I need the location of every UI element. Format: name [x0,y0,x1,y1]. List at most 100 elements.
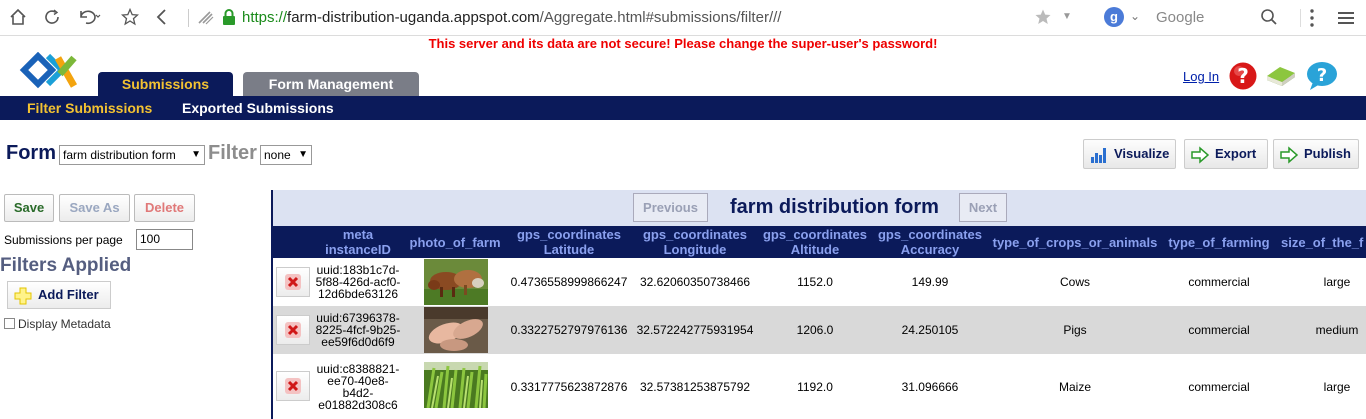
column-header-latitude[interactable]: gps_coordinates Latitude [507,226,631,258]
add-filter-label: Add Filter [38,287,99,302]
farming-type-cell: commercial [1188,275,1250,289]
star-icon[interactable] [120,7,140,28]
home-icon[interactable] [8,8,28,28]
table-title: farm distribution form [730,196,939,218]
url-separator [188,9,189,27]
book-icon[interactable] [1264,62,1298,93]
filter-select-value: none [264,148,291,162]
back-icon[interactable] [152,8,172,28]
visualize-label: Visualize [1114,146,1170,161]
next-button[interactable]: Next [959,193,1007,222]
longitude-cell: 32.62060350738466 [639,275,751,289]
column-header-photo[interactable]: photo_of_farm [407,226,503,258]
bookmark-star-icon[interactable] [1034,8,1052,29]
url-text[interactable]: https://farm-distribution-uganda.appspot… [242,9,781,26]
help-icon[interactable]: ? [1228,61,1258,94]
search-box[interactable]: g ⌄ Google [1094,5,1290,31]
column-header-altitude[interactable]: gps_coordinates Altitude [759,226,871,258]
tab-form-management[interactable]: Form Management [243,72,419,96]
delete-row-button[interactable] [276,267,310,297]
url-scheme: https:// [242,9,288,26]
close-icon [285,274,301,290]
search-placeholder: Google [1156,9,1205,26]
reload-icon[interactable] [42,8,62,28]
add-filter-button[interactable]: Add Filter [7,281,111,309]
column-header-line: Latitude [543,242,595,257]
undo-icon[interactable] [78,8,101,28]
column-header-longitude[interactable]: gps_coordinates Longitude [633,226,757,258]
export-label: Export [1215,146,1257,161]
farming-type-cell: commercial [1188,379,1250,394]
publish-label: Publish [1304,146,1351,161]
form-select[interactable]: farm distribution form ▼ [59,145,205,165]
menu-icon[interactable] [1308,8,1316,31]
farming-type-cell: commercial [1188,323,1250,337]
latitude-cell: 0.4736558999866247 [510,275,628,289]
tab-submissions[interactable]: Submissions [98,72,233,96]
bar-chart-icon [1091,148,1106,163]
column-header-accuracy[interactable]: gps_coordinates Accuracy [874,226,986,258]
display-metadata-option[interactable]: Display Metadata [4,317,111,331]
column-header-instanceid[interactable]: meta instanceID [313,226,403,258]
uuid-line: ee59f6d0d6f9 [321,335,395,349]
visualize-button[interactable]: Visualize [1083,139,1176,169]
delete-row-button[interactable] [276,315,310,345]
previous-button[interactable]: Previous [633,193,708,222]
plus-icon [14,287,32,305]
uuid-line: uuid:c8388821- [316,361,400,376]
address-bar[interactable]: https://farm-distribution-uganda.appspot… [188,5,1088,31]
farm-photo-thumbnail[interactable] [424,362,488,409]
url-path: /Aggregate.html#submissions/filter/// [539,9,782,26]
publish-button[interactable]: Publish [1273,139,1359,169]
subnav-bar: Filter Submissions Exported Submissions [0,96,1366,120]
column-header-line: Altitude [790,242,840,257]
subnav-exported-submissions[interactable]: Exported Submissions [182,96,334,120]
crop-type-cell: Pigs [1063,323,1087,337]
chevron-down-icon[interactable]: ▼ [1062,11,1072,22]
column-header-crop-type[interactable]: type_of_crops_or_animals [989,226,1161,258]
odk-logo [18,51,80,92]
altitude-cell: 1152.0 [797,275,833,289]
farm-photo-thumbnail[interactable] [424,307,488,353]
login-link[interactable]: Log In [1183,69,1219,84]
save-button[interactable]: Save [4,194,54,222]
table-header: meta instanceID photo_of_farm gps_coordin… [273,226,1366,258]
security-warning: This server and its data are not secure!… [428,36,938,51]
display-metadata-checkbox[interactable] [4,318,15,329]
longitude-cell: 32.57381253875792 [639,379,751,394]
search-engine-chevron-icon[interactable]: ⌄ [1130,9,1140,23]
latitude-cell: 0.3322752797976136 [510,323,628,337]
search-engine-icon[interactable]: g [1104,7,1124,27]
size-cell: large [1323,275,1351,289]
farm-photo-thumbnail[interactable] [424,259,488,305]
crop-type-cell: Cows [1059,275,1090,289]
filter-label: Filter [208,142,257,164]
column-header-farming-type[interactable]: type_of_farming [1163,226,1275,258]
column-header-line: gps_coordinates [877,227,983,242]
export-button[interactable]: Export [1184,139,1268,169]
chat-help-icon[interactable]: ? [1305,60,1339,95]
per-page-label: Submissions per page [4,233,123,247]
uuid-line: e01882d308c6 [318,397,398,412]
form-select-value: farm distribution form [63,148,176,162]
accuracy-cell: 149.99 [911,275,949,289]
delete-row-button[interactable] [276,371,310,401]
no-tracking-icon [196,9,216,30]
table-row: uuid:183b1c7d- 5f88-426d-acf0- 12d6bde6312… [273,258,1366,306]
column-header-size[interactable]: size_of_the_f [1281,226,1366,258]
publish-arrow-icon [1280,146,1298,164]
ellipsis-icon[interactable] [1336,8,1356,31]
url-host: farm-distribution-uganda.appspot.com [287,9,540,26]
size-cell: medium [1315,323,1359,337]
subnav-filter-submissions[interactable]: Filter Submissions [27,96,152,120]
select-arrow-icon: ▼ [191,149,201,160]
select-arrow-icon: ▼ [298,149,308,160]
altitude-cell: 1206.0 [796,323,834,337]
filter-select[interactable]: none ▼ [260,145,312,165]
longitude-cell: 32.572242775931954 [636,323,754,337]
search-icon[interactable] [1260,8,1278,29]
delete-button[interactable]: Delete [134,194,195,222]
save-as-button[interactable]: Save As [59,194,130,222]
per-page-input[interactable]: 100 [136,229,193,250]
table-row: uuid:67396378- 8225-4fcf-9b25- ee59f6d0d6f… [273,306,1366,354]
